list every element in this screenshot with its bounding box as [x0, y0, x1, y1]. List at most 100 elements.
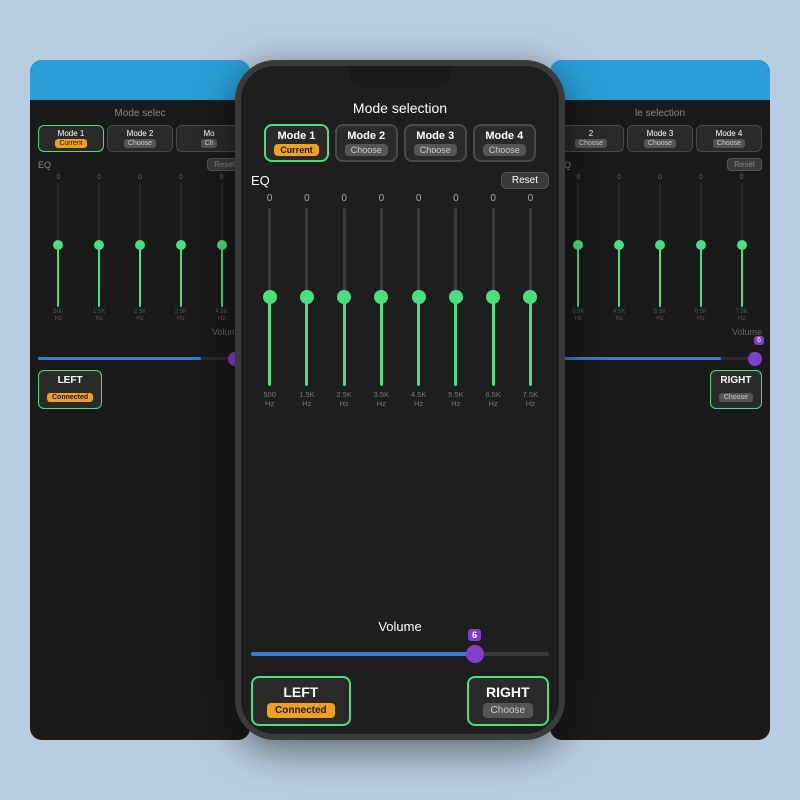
- bg-right-ear-btn[interactable]: RIGHT Choose: [710, 370, 762, 409]
- bg-left-freq-3: 2.5KHz: [134, 309, 146, 323]
- volume-section: Volume 6: [241, 613, 559, 676]
- bg-left-eq-title: EQ: [38, 160, 51, 170]
- bg-left-track-2[interactable]: [98, 183, 100, 307]
- bg-right-slider-1[interactable]: 5.5KHz: [570, 183, 586, 323]
- bg-left-ear-btn[interactable]: LEFT Connected: [38, 370, 102, 409]
- eq-track-6[interactable]: [454, 208, 457, 386]
- bg-left-slider-4[interactable]: 3.5KHz: [173, 183, 189, 323]
- bg-right-track-5[interactable]: [741, 183, 743, 307]
- bg-right-mode3-sub: Choose: [713, 139, 745, 148]
- volume-slider-wrap: 6: [251, 642, 549, 666]
- bg-left-freq-5: 4.5KHz: [215, 309, 227, 323]
- eq-track-8[interactable]: [529, 208, 532, 386]
- bg-right-mode2-sub: Choose: [644, 139, 676, 148]
- eq-track-2[interactable]: [305, 208, 308, 386]
- bg-left-mode-2[interactable]: Mode 2 Choose: [107, 125, 173, 152]
- bg-left-track-4[interactable]: [180, 183, 182, 307]
- bg-right-volume-track[interactable]: 6: [558, 357, 762, 360]
- bg-left-eq-val-1: 0: [49, 174, 67, 181]
- mode-buttons: Mode 1 Current Mode 2 Choose Mode 3 Choo…: [251, 124, 549, 162]
- bg-right-reset-button[interactable]: Reset: [727, 158, 762, 171]
- eq-sliders: 500Hz 1.5KHz 2.5KHz: [251, 208, 549, 408]
- eq-slider-8[interactable]: 7.5KHz: [519, 208, 541, 408]
- eq-track-3[interactable]: [343, 208, 346, 386]
- mode-btn-2[interactable]: Mode 2 Choose: [335, 124, 398, 162]
- mode-btn-3[interactable]: Mode 3 Choose: [404, 124, 467, 162]
- bg-right-track-2[interactable]: [618, 183, 620, 307]
- bg-right-eq-header: EQ Reset: [558, 158, 762, 171]
- bg-right-mode-2[interactable]: Mode 3 Choose: [627, 125, 693, 152]
- bg-right-mode2-label: Mode 3: [647, 129, 674, 138]
- left-ear-btn[interactable]: LEFT Connected: [251, 676, 351, 726]
- bg-right-modes: 2 Choose Mode 3 Choose Mode 4 Choose: [558, 125, 762, 152]
- bg-right-eq-val-2: 0: [610, 174, 628, 181]
- eq-track-1[interactable]: [268, 208, 271, 386]
- mode-btn-4[interactable]: Mode 4 Choose: [473, 124, 536, 162]
- bg-right-volume-thumb[interactable]: 6: [748, 352, 762, 366]
- eq-slider-3[interactable]: 2.5KHz: [333, 208, 355, 408]
- volume-value: 6: [468, 629, 481, 641]
- bg-right-eq-values: 0 0 0 0 0: [558, 174, 762, 181]
- eq-slider-6[interactable]: 5.5KHz: [445, 208, 467, 408]
- bg-left-track-3[interactable]: [139, 183, 141, 307]
- mode-section: Mode selection Mode 1 Current Mode 2 Cho…: [241, 94, 559, 168]
- right-ear-btn[interactable]: RIGHT Choose: [467, 676, 549, 726]
- bg-right-eq-val-4: 0: [692, 174, 710, 181]
- bg-left-eq-val-3: 0: [131, 174, 149, 181]
- bg-left-volume-track[interactable]: [38, 357, 242, 360]
- bg-right-ear-sub: Choose: [719, 393, 753, 402]
- bg-left-freq-4: 3.5KHz: [175, 309, 187, 323]
- mode-title: Mode selection: [251, 100, 549, 116]
- eq-track-7[interactable]: [492, 208, 495, 386]
- eq-freq-2: 1.5KHz: [299, 390, 314, 408]
- eq-track-4[interactable]: [380, 208, 383, 386]
- eq-slider-1[interactable]: 500Hz: [259, 208, 281, 408]
- bg-right-slider-4[interactable]: 6.5KHz: [693, 183, 709, 323]
- volume-thumb[interactable]: 6: [466, 645, 484, 663]
- bg-left-mode3-sub: Ch: [201, 139, 218, 148]
- bg-left-mode-1[interactable]: Mode 1 Current: [38, 125, 104, 152]
- eq-val-6: 0: [445, 193, 467, 204]
- bg-right-slider-2[interactable]: 4.5KHz: [611, 183, 627, 323]
- eq-val-4: 0: [370, 193, 392, 204]
- bg-right-mode-3[interactable]: Mode 4 Choose: [696, 125, 762, 152]
- bg-left-modes: Mode 1 Current Mode 2 Choose Mo Ch: [38, 125, 242, 152]
- bg-left-mode3-label: Mo: [203, 129, 214, 138]
- bg-right-track-4[interactable]: [700, 183, 702, 307]
- bg-right-track-3[interactable]: [659, 183, 661, 307]
- eq-slider-7[interactable]: 6.5KHz: [482, 208, 504, 408]
- bg-top-left: [30, 60, 250, 100]
- bg-left-slider-5[interactable]: 4.5KHz: [214, 183, 230, 323]
- reset-button[interactable]: Reset: [501, 172, 549, 189]
- bg-left-mode-3[interactable]: Mo Ch: [176, 125, 242, 152]
- bg-left-mode2-label: Mode 2: [127, 129, 154, 138]
- bg-right-ear-label: RIGHT: [719, 375, 753, 386]
- bg-left-ear-sub: Connected: [47, 393, 93, 402]
- bg-left-track-5[interactable]: [221, 183, 223, 307]
- bg-right-mode-1[interactable]: 2 Choose: [558, 125, 624, 152]
- right-ear-label: RIGHT: [483, 684, 533, 700]
- eq-section: EQ Reset 0 0 0 0 0 0 0 0: [241, 168, 559, 613]
- volume-track[interactable]: 6: [251, 652, 549, 656]
- mode2-label: Mode 2: [347, 130, 385, 142]
- bg-left-slider-3[interactable]: 2.5KHz: [132, 183, 148, 323]
- bg-right-slider-3[interactable]: 5.5KHz: [652, 183, 668, 323]
- bg-right-freq-3: 5.5KHz: [654, 309, 666, 323]
- left-ear-sub: Connected: [267, 703, 335, 718]
- eq-slider-5[interactable]: 4.5KHz: [408, 208, 430, 408]
- eq-val-7: 0: [482, 193, 504, 204]
- eq-freq-8: 7.5KHz: [523, 390, 538, 408]
- bg-left-track-1[interactable]: [57, 183, 59, 307]
- eq-slider-2[interactable]: 1.5KHz: [296, 208, 318, 408]
- bg-right-track-1[interactable]: [577, 183, 579, 307]
- volume-title: Volume: [251, 619, 549, 634]
- bg-left-slider-2[interactable]: 1.5KHz: [91, 183, 107, 323]
- bg-left-eq-val-5: 0: [213, 174, 231, 181]
- eq-slider-4[interactable]: 3.5KHz: [370, 208, 392, 408]
- bg-left-volume-label: Volume: [38, 327, 242, 337]
- bg-left-slider-1[interactable]: 500Hz: [50, 183, 66, 323]
- mode-btn-1[interactable]: Mode 1 Current: [264, 124, 329, 162]
- bg-right-eq-val-5: 0: [733, 174, 751, 181]
- eq-track-5[interactable]: [417, 208, 420, 386]
- bg-right-slider-5[interactable]: 7.5KHz: [734, 183, 750, 323]
